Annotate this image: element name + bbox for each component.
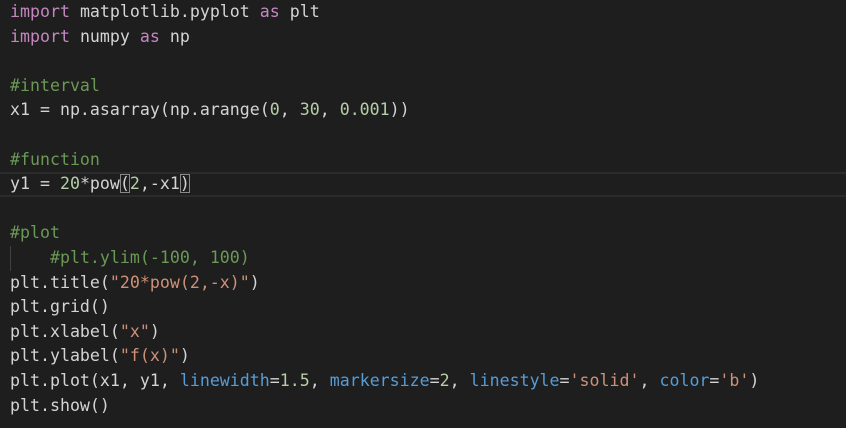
code-line-4[interactable]: #interval [0,74,846,99]
code-text: ) [149,321,160,341]
code-text: x1 = np.asarray(np.arange( [10,100,270,120]
code-line-2[interactable]: import numpy as np [0,25,846,50]
code-text: ) [749,370,760,390]
code-line-5[interactable]: x1 = np.asarray(np.arange(0, 30, 0.001)) [0,98,846,123]
code-line-8-current[interactable]: y1 = 20*pow(2,-x1) [0,172,846,197]
code-text: = [559,370,570,390]
code-line-7[interactable]: #function [0,148,846,173]
code-text: ) [249,272,260,292]
code-text: plt.xlabel( [10,321,120,341]
code-line-12[interactable]: plt.title("20*pow(2,-x)") [0,271,846,296]
string-literal: 'solid' [569,370,640,390]
matching-bracket-open: ( [119,174,130,194]
code-line-15[interactable]: plt.ylabel("f(x)") [0,344,846,369]
matching-bracket-close: ) [179,174,190,194]
code-text: )) [389,100,410,120]
keyword-as: as [259,2,280,21]
code-text: plt.show() [10,395,110,415]
code-line-11[interactable]: #plt.ylim(-100, 100) [0,245,846,271]
code-line-17[interactable]: plt.show() [0,394,846,419]
keyword-argument: markersize [329,370,430,390]
keyword-import: import [10,26,70,46]
keyword-argument: linestyle [469,370,560,390]
code-line-14[interactable]: plt.xlabel("x") [0,320,846,345]
code-text: , [309,370,330,390]
alias-name: np [159,26,190,46]
comment: #plot [10,223,60,243]
indent-guide [10,245,11,271]
comment: #plt.ylim(-100, 100) [49,247,250,267]
alias-name: plt [279,2,320,21]
code-text: , [449,370,470,390]
number-literal: 2 [439,370,450,390]
code-line-9[interactable] [0,197,846,222]
code-line-16[interactable]: plt.plot(x1, y1, linewidth=1.5, markersi… [0,369,846,394]
number-literal: 0 [269,100,280,120]
code-text: plt.title( [10,272,110,292]
number-literal: 2 [129,174,140,194]
code-line-3[interactable] [0,49,846,74]
code-text: plt.grid() [10,297,110,317]
code-line-13[interactable]: plt.grid() [0,295,846,320]
number-literal: 1.5 [279,370,310,390]
code-line-1[interactable]: import matplotlib.pyplot as plt [0,0,846,25]
string-literal: "20*pow(2,-x)" [109,272,250,292]
comment: #function [10,149,100,169]
keyword-as: as [139,26,160,46]
code-line-10[interactable]: #plot [0,221,846,246]
code-text: , [639,370,660,390]
module-name: numpy [69,26,140,46]
code-text: plt.ylabel( [10,346,120,366]
code-editor[interactable]: import matplotlib.pyplot as plt import n… [0,0,846,428]
code-text: *pow [79,174,120,194]
code-line-6[interactable] [0,123,846,148]
keyword-argument: color [659,370,710,390]
number-literal: 0.001 [339,100,390,120]
string-literal: 'b' [719,370,750,390]
code-text: = [429,370,440,390]
keyword-import: import [10,2,70,21]
string-literal: "f(x)" [119,346,180,366]
number-literal: 20 [59,174,80,194]
comment: #interval [10,75,100,95]
code-text: , [279,100,300,120]
module-name: matplotlib.pyplot [69,2,260,21]
code-text: ,-x1 [139,174,180,194]
code-text: = [269,370,280,390]
keyword-argument: linewidth [179,370,270,390]
code-text: plt.plot(x1, y1, [10,370,180,390]
number-literal: 30 [299,100,320,120]
string-literal: "x" [119,321,150,341]
code-text: y1 = [10,174,60,194]
code-text: = [709,370,720,390]
code-text: ) [179,346,190,366]
code-text: , [319,100,340,120]
